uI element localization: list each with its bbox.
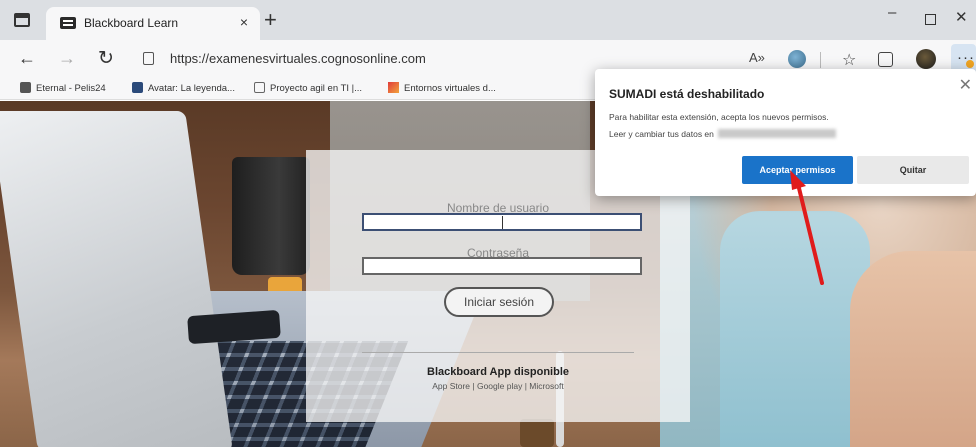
background-cup (232, 157, 310, 275)
background-sleeve (720, 211, 870, 447)
login-button[interactable]: Iniciar sesión (444, 287, 554, 317)
browser-window: Blackboard Learn × + – ✕ ← → ↻ https://e… (0, 0, 976, 447)
favorite-page-icon (20, 82, 31, 93)
maximize-button[interactable] (925, 14, 936, 25)
favorite-label: Eternal - Pelis24 (36, 83, 106, 94)
back-button[interactable]: ← (18, 48, 36, 69)
favorite-item[interactable]: Avatar: La leyenda... (132, 82, 235, 94)
favorite-label: Proyecto agil en TI |... (270, 83, 363, 94)
tab-blackboard[interactable]: Blackboard Learn × (46, 7, 260, 40)
divider (362, 352, 634, 353)
permission-text: Leer y cambiar tus datos en (609, 129, 714, 139)
app-available-title: Blackboard App disponible (427, 366, 569, 378)
profile-avatar[interactable] (916, 49, 936, 69)
username-input[interactable] (362, 213, 642, 231)
favorite-item[interactable]: Eternal - Pelis24 (20, 82, 106, 94)
reload-button[interactable]: ↻ (98, 47, 114, 70)
new-tab-button[interactable]: + (264, 7, 277, 33)
more-dots-icon: ··· (957, 49, 975, 66)
password-input[interactable] (362, 257, 642, 275)
collections-icon[interactable] (878, 52, 893, 67)
blackboard-favicon-icon (60, 17, 76, 29)
tab-actions-icon[interactable] (14, 13, 30, 27)
tab-title: Blackboard Learn (84, 16, 179, 30)
background-hand (850, 251, 976, 447)
favorite-page-icon (254, 82, 265, 93)
redacted-site-list (717, 129, 836, 138)
favorite-page-icon (388, 82, 399, 93)
minimize-button[interactable]: – (888, 4, 896, 21)
accept-permissions-button[interactable]: Aceptar permisos (742, 156, 853, 184)
popup-description: Para habilitar esta extensión, acepta lo… (609, 112, 829, 122)
tab-strip: Blackboard Learn × + – ✕ (0, 0, 976, 40)
favorite-label: Avatar: La leyenda... (148, 83, 235, 94)
remove-extension-button[interactable]: Quitar (857, 156, 969, 184)
popup-permission-line: Leer y cambiar tus datos en (609, 129, 836, 139)
toolbar-separator (820, 52, 821, 68)
favorite-item[interactable]: Entornos virtuales d... (388, 82, 496, 94)
background-laptop-screen (0, 111, 233, 447)
text-caret (502, 216, 503, 229)
favorite-page-icon (132, 82, 143, 93)
app-store-links[interactable]: App Store | Google play | Microsoft (306, 381, 690, 391)
site-info-icon[interactable] (143, 52, 154, 65)
tab-close-icon[interactable]: × (240, 14, 248, 30)
favorites-star-icon[interactable]: ☆ (842, 50, 860, 69)
popup-title: SUMADI está deshabilitado (609, 87, 765, 101)
read-aloud-icon[interactable]: A» (749, 50, 767, 68)
address-bar[interactable]: https://examenesvirtuales.cognosonline.c… (170, 51, 426, 66)
close-window-button[interactable]: ✕ (955, 8, 968, 26)
extension-icon[interactable] (788, 50, 806, 68)
favorite-label: Entornos virtuales d... (404, 83, 496, 94)
forward-button[interactable]: → (58, 48, 76, 69)
extension-disabled-popup: SUMADI está deshabilitado ✕ Para habilit… (595, 69, 976, 196)
background-watch (520, 419, 554, 447)
favorite-item[interactable]: Proyecto agil en TI |... (254, 82, 362, 94)
popup-close-icon[interactable]: ✕ (959, 75, 972, 95)
